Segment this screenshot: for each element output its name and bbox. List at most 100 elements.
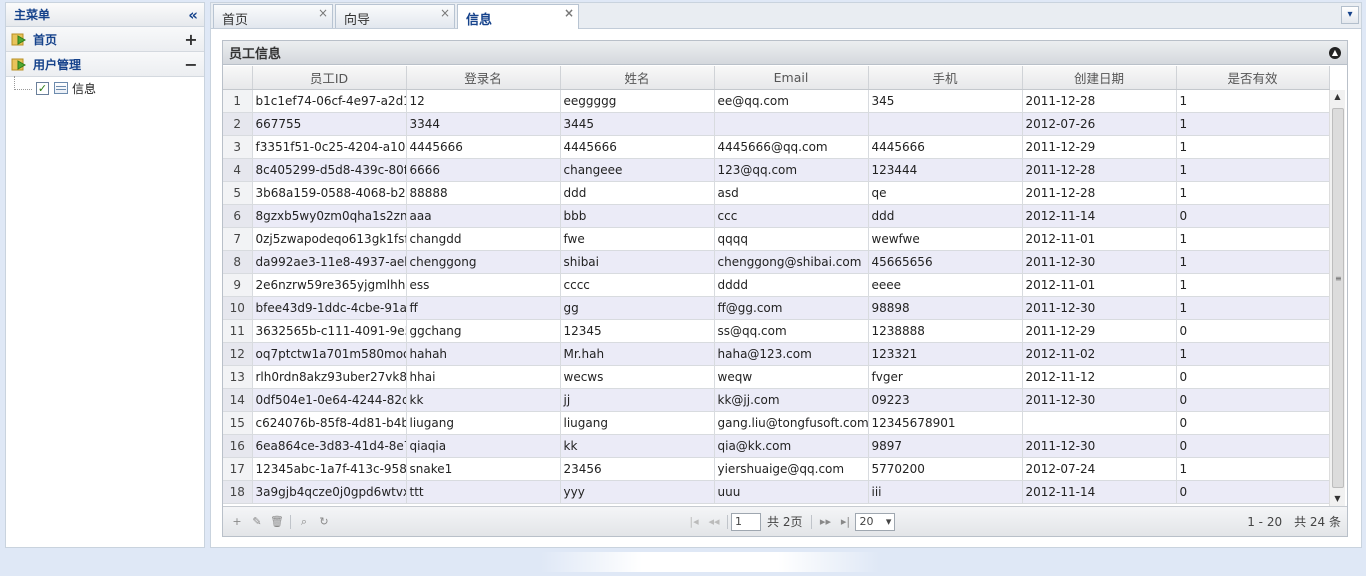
table-cell: weqw [714,365,869,389]
next-page-icon[interactable]: ▸▸ [815,515,835,528]
scroll-down-icon[interactable]: ▼ [1330,492,1345,506]
table-row[interactable]: 14 0df504e1-0e64-4244-82d0- kk jj kk@jj.com 0… [223,388,1330,412]
table-row[interactable]: 5 3b68a159-0588-4068-b25b 88888 ddd asd qe 201… [223,181,1330,205]
close-icon[interactable]: × [564,6,574,20]
table-row[interactable]: 12oq7ptctw1a701m580moojwhahahMr.hahhaha@… [223,342,1330,366]
table-cell: ff [406,296,561,320]
page-size-select[interactable]: 20 [855,512,896,531]
column-header[interactable]: 手机 [868,66,1023,90]
tab-info[interactable]: 信息 × [457,4,579,29]
refresh-icon[interactable]: ↻ [314,515,334,528]
column-header[interactable]: 姓名 [560,66,715,90]
column-header[interactable]: 是否有效 [1176,66,1330,90]
first-page-icon[interactable]: |◂ [684,515,704,528]
table-cell: fvger [868,365,1023,389]
tab-home[interactable]: 首页 × [213,4,333,28]
table-cell: da992ae3-11e8-4937-aeb2 [252,250,407,274]
column-header[interactable]: 创建日期 [1022,66,1177,90]
tree-item-checkbox[interactable]: ✓ [36,81,49,95]
table-cell: Mr.hah [560,342,715,366]
table-cell: liugang [560,411,715,435]
table-row[interactable]: 70zj5zwapodeqo613gk1fsfp3changddfweqqqqw… [223,227,1330,251]
table-row[interactable]: 68gzxb5wy0zm0qha1s2znmcaaabbbcccddd2012-… [223,204,1330,228]
table-cell: qiaqia [406,434,561,458]
table-cell: 2012-11-14 [1022,204,1177,228]
separator [290,514,291,529]
table-cell: 0 [1176,411,1330,435]
total-pages: 共 2页 [767,515,803,529]
page-number-input[interactable]: 1 [731,512,761,531]
tree-item-info[interactable]: ✓ 信息 [6,76,204,99]
table-row[interactable]: 3f3351f51-0c25-4204-a102-c44456664445666… [223,135,1330,159]
row-number: 18 [223,480,253,504]
table-row[interactable]: 15 c624076b-85f8-4d81-b4b6- liugang liugang… [223,411,1330,435]
collapse-sidebar-icon[interactable]: « [188,6,198,24]
table-cell: 3445 [560,112,715,136]
table-cell: gang.liu@tongfusoft.com [714,411,869,435]
table-cell: 1 [1176,342,1330,366]
table-cell: 123@qq.com [714,158,869,182]
table-row[interactable]: 113632565b-c111-4091-9e57-ggchang12345ss… [223,319,1330,343]
pager: + ✎ 🗑 ⌕ ↻ |◂ ◂◂ 1 共 2页 ▸▸ ▸| 20 1 - 20 共… [223,506,1347,536]
table-row[interactable]: 2 667755 3344 3445 2012-07-26 1 [223,112,1330,136]
table-cell: 2011-12-29 [1022,135,1177,159]
table-cell: rlh0rdn8akz93uber27vk8nn [252,365,407,389]
table-cell: ee@qq.com [714,89,869,113]
table-cell: 12345 [560,319,715,343]
tab-guide[interactable]: 向导 × [335,4,455,28]
accordion-user-management[interactable]: 用户管理 − [6,52,204,77]
separator [811,514,813,529]
scroll-thumb[interactable]: ≡ [1332,108,1344,488]
table-row[interactable]: 17 12345abc-1a7f-413c-958f-1 snake1 23456 yi… [223,457,1330,481]
collapse-icon[interactable]: − [184,55,198,74]
close-icon[interactable]: × [440,6,450,20]
table-cell: aaa [406,204,561,228]
table-cell: 0 [1176,434,1330,458]
edit-icon[interactable]: ✎ [247,515,267,528]
column-header[interactable]: Email [714,66,869,90]
scroll-up-icon[interactable]: ▲ [1330,90,1345,104]
row-number: 12 [223,342,253,366]
table-row[interactable]: 183a9gjb4qcze0j0gpd6wtvxhstttyyyuuuiii20… [223,480,1330,504]
table-row[interactable]: 1b1c1ef74-06cf-4e97-a2d1-912eegggggee@qq… [223,89,1330,113]
column-header[interactable]: 员工ID [252,66,407,90]
table-cell: c624076b-85f8-4d81-b4b6- [252,411,407,435]
table-row[interactable]: 13 rlh0rdn8akz93uber27vk8nn hhai wecws weqw f… [223,365,1330,389]
tree-item-label: 信息 [72,81,97,96]
table-row[interactable]: 4 8c405299-d5d8-439c-80f0- 6666 changeee 123… [223,158,1330,182]
row-number: 17 [223,457,253,481]
accordion-home[interactable]: 首页 + [6,27,204,52]
table-cell: 0 [1176,388,1330,412]
table-cell [1022,411,1177,435]
table-cell: iii [868,480,1023,504]
table-cell: 5770200 [868,457,1023,481]
last-page-icon[interactable]: ▸| [835,515,855,528]
sidebar-header: 主菜单 « [6,3,204,27]
table-cell: qqqq [714,227,869,251]
close-icon[interactable]: × [318,6,328,20]
row-number: 11 [223,319,253,343]
table-cell: 2012-11-14 [1022,480,1177,504]
table-cell: 2012-11-02 [1022,342,1177,366]
table-cell: 0 [1176,365,1330,389]
table-cell: 123321 [868,342,1023,366]
collapse-panel-icon[interactable]: ▲ [1329,46,1341,59]
tab-list-dropdown-icon[interactable]: ▾ [1341,6,1359,24]
table-cell: qe [868,181,1023,205]
vertical-scrollbar[interactable]: ▲ ≡ ▼ [1329,90,1345,506]
expand-icon[interactable]: + [184,30,198,49]
column-header[interactable]: 登录名 [406,66,561,90]
add-icon[interactable]: + [227,515,247,528]
delete-icon[interactable]: 🗑 [267,515,287,528]
search-icon[interactable]: ⌕ [294,515,314,529]
table-row[interactable]: 16 6ea864ce-3d83-41d4-8e71 qiaqia kk qia@kk.… [223,434,1330,458]
table-cell: 2012-11-12 [1022,365,1177,389]
prev-page-icon[interactable]: ◂◂ [704,515,724,528]
table-row[interactable]: 8 da992ae3-11e8-4937-aeb2 chenggong shibai c… [223,250,1330,274]
table-cell: oq7ptctw1a701m580moojw [252,342,407,366]
table-row[interactable]: 10 bfee43d9-1ddc-4cbe-91a5- ff gg ff@gg.com 9… [223,296,1330,320]
table-cell: 667755 [252,112,407,136]
table-row[interactable]: 9 2e6nzrw59re365yjgmlhh2b ess cccc dddd eeee 2… [223,273,1330,297]
table-cell: 3632565b-c111-4091-9e57- [252,319,407,343]
panel-title: 员工信息 [229,47,282,62]
